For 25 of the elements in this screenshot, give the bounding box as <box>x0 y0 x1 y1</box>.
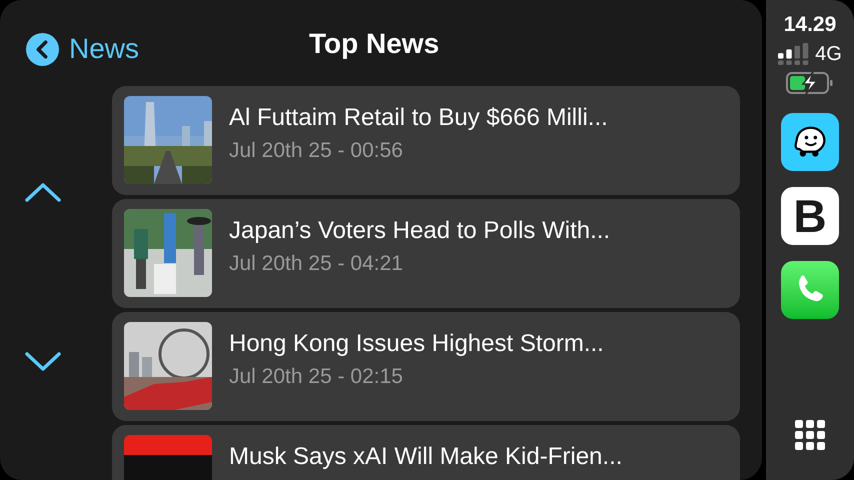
network-type: 4G <box>815 44 842 64</box>
smiley-icon <box>792 126 828 158</box>
article-title: Hong Kong Issues Highest Storm... <box>229 330 604 358</box>
app-icon[interactable]: B <box>781 187 839 245</box>
article-date: Jul 20th 25 - 00:56 <box>229 138 404 164</box>
signal-icon <box>778 43 812 65</box>
battery-charging-icon <box>786 71 834 95</box>
article-row[interactable]: Al Futtaim Retail to Buy $666 Milli... Jul 20th 25 - 00:56 <box>112 86 740 195</box>
scroll-down-button[interactable] <box>25 352 61 372</box>
article-row[interactable]: Japan’s Voters Head to Polls With... Jul 20th 25 - 04:21 <box>112 199 740 308</box>
article-title: Musk Says xAI Will Make Kid-Frien... <box>229 443 622 471</box>
phone-app-icon[interactable] <box>781 261 839 319</box>
article-title: Japan’s Voters Head to Polls With... <box>229 217 610 245</box>
waze-app-icon[interactable] <box>781 113 839 171</box>
scroll-up-button[interactable] <box>25 182 61 202</box>
app-grid-button[interactable] <box>795 420 825 450</box>
article-title: Al Futtaim Retail to Buy $666 Milli... <box>229 104 608 132</box>
page-title: Top News <box>309 27 440 61</box>
back-icon <box>26 32 59 66</box>
article-row[interactable]: Hong Kong Issues Highest Storm... Jul 20th 25 - 02:15 <box>112 312 740 421</box>
back-button[interactable]: News <box>26 28 140 70</box>
article-date: Jul 20th 25 - 04:21 <box>229 251 404 277</box>
article-row[interactable]: Musk Says xAI Will Make Kid-Frien... <box>112 425 740 480</box>
clock: 14.29 <box>784 14 836 35</box>
article-date: Jul 20th 25 - 02:15 <box>229 364 404 390</box>
